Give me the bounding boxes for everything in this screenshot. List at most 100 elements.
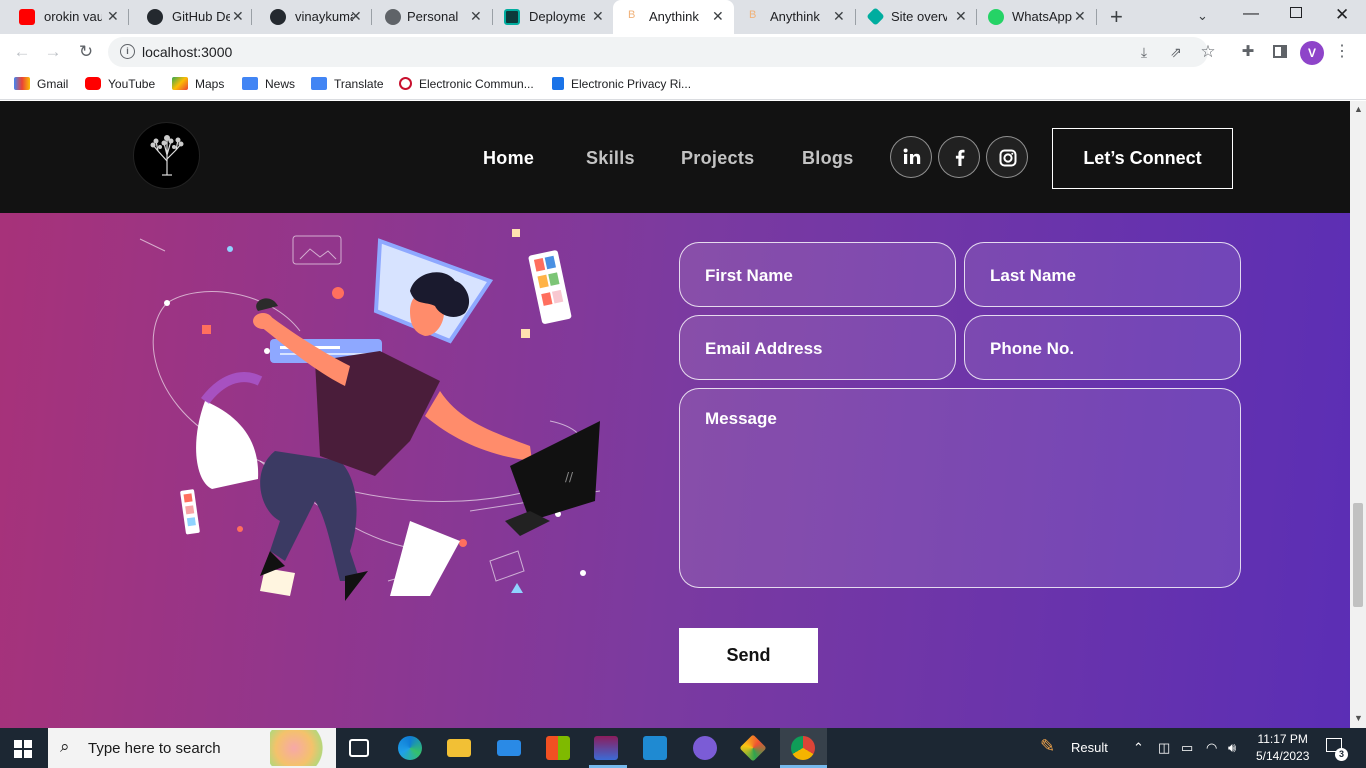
search-icon: ⌕ [60,737,70,756]
profile-avatar[interactable]: V [1300,41,1324,65]
taskbar-search-box[interactable]: ⌕ Type here to search [48,728,336,768]
vscode-icon[interactable] [643,736,667,760]
show-hidden-icons-icon[interactable]: ⌃ [1133,740,1144,756]
tab-9[interactable]: WhatsApp ✕ [976,0,1096,34]
globe-icon [385,9,401,25]
tab-1[interactable]: orokin vau ✕ [0,0,123,34]
url-text[interactable]: localhost:3000 [142,44,232,60]
clock-time: 11:17 PM [1257,732,1308,746]
site-info-icon[interactable]: i [120,44,135,59]
result-app-icon[interactable]: ✎ [1040,736,1055,757]
facebook-button[interactable] [938,136,980,178]
nav-link-projects[interactable]: Projects [681,148,754,169]
close-tab-icon[interactable]: ✕ [470,8,482,25]
send-button[interactable]: Send [679,628,818,683]
side-panel-icon[interactable] [1273,45,1287,58]
tab-title: orokin vau [44,9,102,24]
clock-date: 5/14/2023 [1256,749,1310,763]
minimize-window-button[interactable]: — [1243,5,1259,23]
instagram-icon [999,149,1017,167]
close-window-button[interactable]: ✕ [1335,5,1349,25]
close-tab-icon[interactable]: ✕ [107,8,119,25]
wifi-icon[interactable]: ◠ [1206,740,1217,756]
microsoft-store-icon[interactable] [546,736,570,760]
reload-icon[interactable]: ↻ [74,40,98,64]
forward-arrow-icon[interactable]: → [41,40,65,64]
tab-8[interactable]: Site overvi ✕ [855,0,976,34]
last-name-input[interactable]: Last Name [964,242,1241,307]
youtube-icon [85,77,101,90]
bookmark-translate[interactable]: Translate [311,77,384,91]
menu-dots-icon[interactable]: ⋮ [1330,40,1354,64]
nav-link-skills[interactable]: Skills [586,148,635,169]
instagram-button[interactable] [986,136,1028,178]
first-name-input[interactable]: First Name [679,242,956,307]
address-bar[interactable]: i localhost:3000 [108,37,1208,67]
winrar-icon[interactable] [594,736,618,760]
bookmark-gmail[interactable]: Gmail [14,77,68,91]
tab-7[interactable]: B Anythink ✕ [734,0,855,34]
battery-icon[interactable]: ▭ [1181,740,1193,756]
close-tab-icon[interactable]: ✕ [833,8,845,25]
tab-title: Personal P [407,9,462,24]
back-arrow-icon[interactable]: ← [10,40,34,64]
bookmark-news[interactable]: News [242,77,295,91]
bookmark-maps[interactable]: Maps [172,77,224,91]
bookmark-electronic-commun[interactable]: Electronic Commun... [399,77,534,91]
scrollbar-thumb[interactable] [1353,503,1363,607]
phone-input[interactable]: Phone No. [964,315,1241,380]
share-icon[interactable]: ⇗ [1164,40,1188,64]
bookmark-electronic-privacy[interactable]: Electronic Privacy Ri... [552,77,691,91]
git-icon[interactable] [739,734,767,762]
close-tab-icon[interactable]: ✕ [955,8,967,25]
task-view-icon[interactable] [349,739,369,757]
tab-3[interactable]: vinaykuma ✕ [251,0,371,34]
close-tab-icon[interactable]: ✕ [712,8,724,25]
lets-connect-button[interactable]: Let’s Connect [1052,128,1233,189]
github-icon [270,9,286,25]
install-app-icon[interactable]: ⤓ [1132,40,1156,64]
bookmark-star-icon[interactable]: ☆ [1196,40,1220,64]
linkedin-button[interactable] [890,136,932,178]
scroll-down-arrow-icon[interactable]: ▼ [1354,713,1363,723]
new-tab-button[interactable]: + [1110,4,1123,30]
github-desktop-icon[interactable] [693,736,717,760]
tab-title: GitHub De [172,9,230,24]
extensions-puzzle-icon[interactable]: ✚ [1236,40,1260,64]
chrome-icon[interactable] [791,736,815,760]
gmail-icon [14,77,30,90]
netlify-icon [504,9,520,25]
tab-title: Anythink [649,9,699,24]
bookmark-youtube[interactable]: YouTube [85,77,155,91]
system-clock[interactable]: 11:17 PM 5/14/2023 [1256,731,1309,765]
edge-browser-icon[interactable] [398,736,422,760]
browser-tab-strip: orokin vau ✕ GitHub De ✕ vinaykuma ✕ Per… [0,0,1366,34]
close-tab-icon[interactable]: ✕ [232,8,244,25]
mail-icon[interactable] [497,740,521,756]
notification-count-badge: 3 [1335,748,1348,761]
nav-link-home[interactable]: Home [483,148,534,169]
email-input[interactable]: Email Address [679,315,956,380]
translate-icon [311,77,327,90]
close-tab-icon[interactable]: ✕ [1074,8,1086,25]
meet-now-icon[interactable]: ◫ [1158,740,1170,756]
maps-icon [172,77,188,90]
windows-start-icon[interactable] [14,740,32,758]
tab-4[interactable]: Personal P ✕ [371,0,492,34]
tab-5[interactable]: Deploymen ✕ [492,0,612,34]
volume-icon[interactable]: 🔊︎ [1228,740,1236,756]
site-logo[interactable] [133,122,200,189]
page-viewport: Home Skills Projects Blogs Let’s Connect [0,101,1350,728]
tab-6-active[interactable]: B Anythink ✕ [613,0,734,34]
tab-2[interactable]: GitHub De ✕ [128,0,251,34]
restore-window-button[interactable] [1290,7,1302,18]
close-tab-icon[interactable]: ✕ [350,8,362,25]
file-explorer-icon[interactable] [447,739,471,757]
result-label[interactable]: Result [1071,740,1108,755]
close-tab-icon[interactable]: ✕ [592,8,604,25]
message-textarea[interactable]: Message [679,388,1241,588]
nav-link-blogs[interactable]: Blogs [802,148,854,169]
tab-search-icon[interactable]: ⌄ [1197,8,1208,24]
scroll-up-arrow-icon[interactable]: ▲ [1354,104,1363,114]
page-scrollbar[interactable]: ▲ ▼ [1350,101,1366,728]
